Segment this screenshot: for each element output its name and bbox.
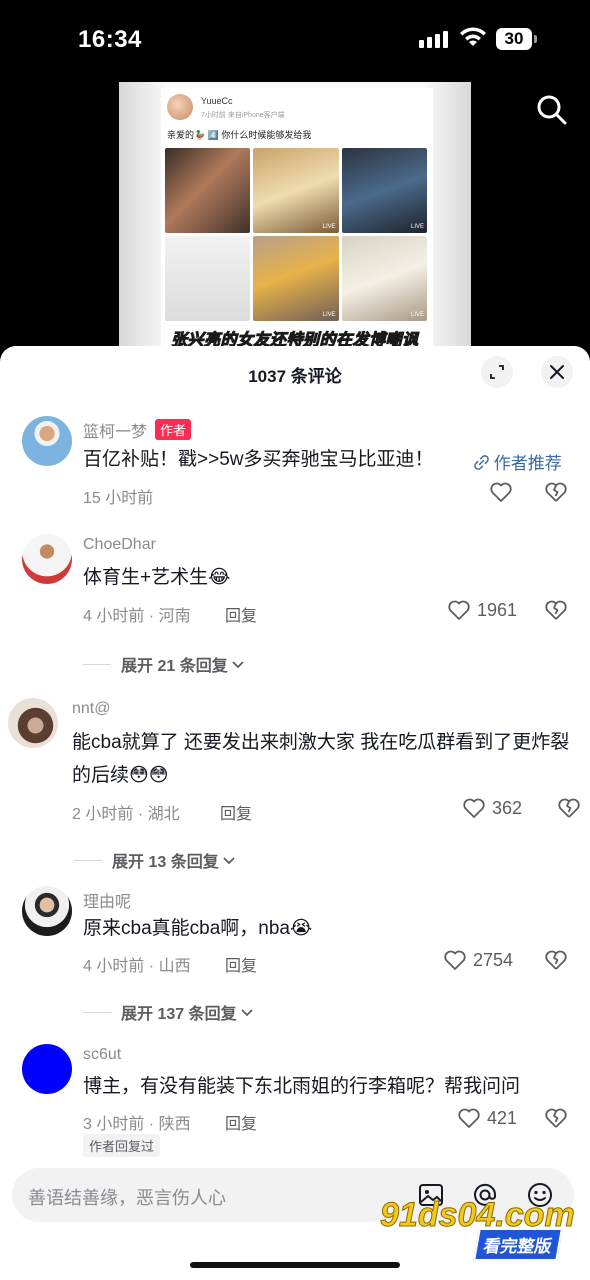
like-count: 1961 [477,599,518,620]
expand-replies-button[interactable]: 展开 21 条回复 [83,652,245,676]
reply-button[interactable]: 回复 [225,952,257,976]
author-tag: 作者 [155,419,192,440]
close-button[interactable] [541,356,573,388]
comment-text: 百亿补贴！戳>>5w多买奔驰宝马比亚迪！ [83,449,434,470]
comment-text: 能cba就算了 还要发出来刺激大家 我在吃瓜群看到了更炸裂的后续😳😳 [72,732,570,786]
post-image: LIVE [341,236,427,321]
broken-heart-icon [558,798,580,818]
avatar[interactable] [8,698,58,748]
expand-replies-label: 展开 13 条回复 [112,854,219,871]
expand-replies-button[interactable]: 展开 13 条回复 [74,848,236,872]
avatar[interactable] [22,1044,72,1094]
post-image-grid: LIVE LIVE LIVE LIVE [165,148,427,321]
broken-heart-icon [545,1108,567,1128]
expand-icon [490,365,504,379]
reply-button[interactable]: 回复 [225,1110,257,1134]
comment-author-name[interactable]: nnt@ [72,700,110,718]
comment-time-location: 3 小时前 · 陕西 [83,1116,191,1133]
home-indicator[interactable] [190,1262,400,1268]
post-meta: 7小时前 来自iPhone客户端 [201,112,285,119]
author-replied-badge: 作者回复过 [83,1134,161,1157]
expand-replies-label: 展开 137 条回复 [121,1006,237,1023]
like-count: 362 [492,797,523,818]
post-avatar [167,94,193,120]
like-count: 421 [487,1107,518,1128]
broken-heart-icon [545,482,567,502]
post-image [165,148,251,233]
like-count: 2754 [473,949,514,970]
comment-author-name[interactable]: sc6ut [83,1046,121,1064]
dislike-button[interactable] [544,598,568,627]
comment-text: 博主，有没有能装下东北雨姐的行李箱呢？帮我问问 [83,1076,521,1097]
comment-author-name: 篮柯一梦 [83,424,148,441]
post-username: YuueCc [201,96,233,106]
battery-icon: 30 [496,28,537,50]
video-frame: YuueCc 7小时前 来自iPhone客户端 亲爱的🦆 4️⃣ 你什么时候能够… [119,82,471,350]
avatar[interactable] [22,534,72,584]
post-text: 亲爱的🦆 4️⃣ 你什么时候能够发给我 [167,130,312,140]
comment-text: 原来cba真能cba啊，nba😭 [83,918,313,939]
comment-time: 15 小时前 [83,490,154,507]
author-recommend-label: 作者推荐 [493,454,562,473]
author-recommend-link[interactable]: 作者推荐 [474,449,562,474]
link-icon [474,455,489,470]
post-image: LIVE [253,148,339,233]
chevron-down-icon [223,857,235,865]
heart-icon [463,798,485,818]
reply-button[interactable]: 回复 [225,602,257,626]
dislike-button[interactable] [557,796,581,825]
chevron-down-icon [232,661,244,669]
comment-time-location: 2 小时前 · 湖北 [72,806,180,823]
expand-fullscreen-button[interactable] [481,356,513,388]
status-bar: 16:34 30 [0,0,590,80]
post-image [165,236,251,321]
like-button[interactable]: 1961 [447,598,517,622]
post-image: LIVE [253,236,339,321]
comment-author[interactable]: 篮柯一梦 作者 [83,418,192,442]
dislike-button[interactable] [544,948,568,977]
like-button[interactable]: 362 [462,796,522,820]
wifi-icon [460,27,486,46]
status-time: 16:34 [78,26,142,53]
comment-time-location: 4 小时前 · 河南 [83,608,191,625]
expand-replies-label: 展开 21 条回复 [121,658,228,675]
like-button[interactable] [489,480,513,504]
search-icon[interactable] [536,94,568,126]
reply-button[interactable]: 回复 [220,800,252,824]
heart-icon [458,1108,480,1128]
like-button[interactable]: 2754 [443,948,513,972]
comment-sheet: 1037 条评论 篮柯一梦 作者 百亿补贴！戳>>5w多买奔驰宝马比亚迪！ 作者推… [0,346,590,1280]
broken-heart-icon [545,950,567,970]
like-button[interactable]: 421 [457,1106,517,1130]
heart-icon [490,482,512,502]
avatar[interactable] [22,886,72,936]
expand-replies-button[interactable]: 展开 137 条回复 [83,1000,254,1024]
close-icon [550,365,564,379]
comment-time-location: 4 小时前 · 山西 [83,958,191,975]
dislike-button[interactable] [544,480,568,509]
heart-icon [448,600,470,620]
broken-heart-icon [545,600,567,620]
cellular-signal-icon [419,30,448,48]
post-image: LIVE [341,148,427,233]
avatar[interactable] [22,416,72,466]
chevron-down-icon [240,1009,253,1017]
dislike-button[interactable] [544,1106,568,1135]
comment-author-name[interactable]: ChoeDhar [83,536,156,554]
watermark-tagline: 看完整版 [473,1228,563,1261]
comment-input-placeholder: 善语结善缘，恶言伤人心 [28,1188,226,1208]
heart-icon [444,950,466,970]
video-player[interactable]: YuueCc 7小时前 来自iPhone客户端 亲爱的🦆 4️⃣ 你什么时候能够… [0,80,590,350]
weibo-post-screenshot: YuueCc 7小时前 来自iPhone客户端 亲爱的🦆 4️⃣ 你什么时候能够… [161,88,433,350]
comment-author-name[interactable]: 理由呢 [83,888,131,912]
comment-text: 体育生+艺术生😂 [83,567,231,588]
